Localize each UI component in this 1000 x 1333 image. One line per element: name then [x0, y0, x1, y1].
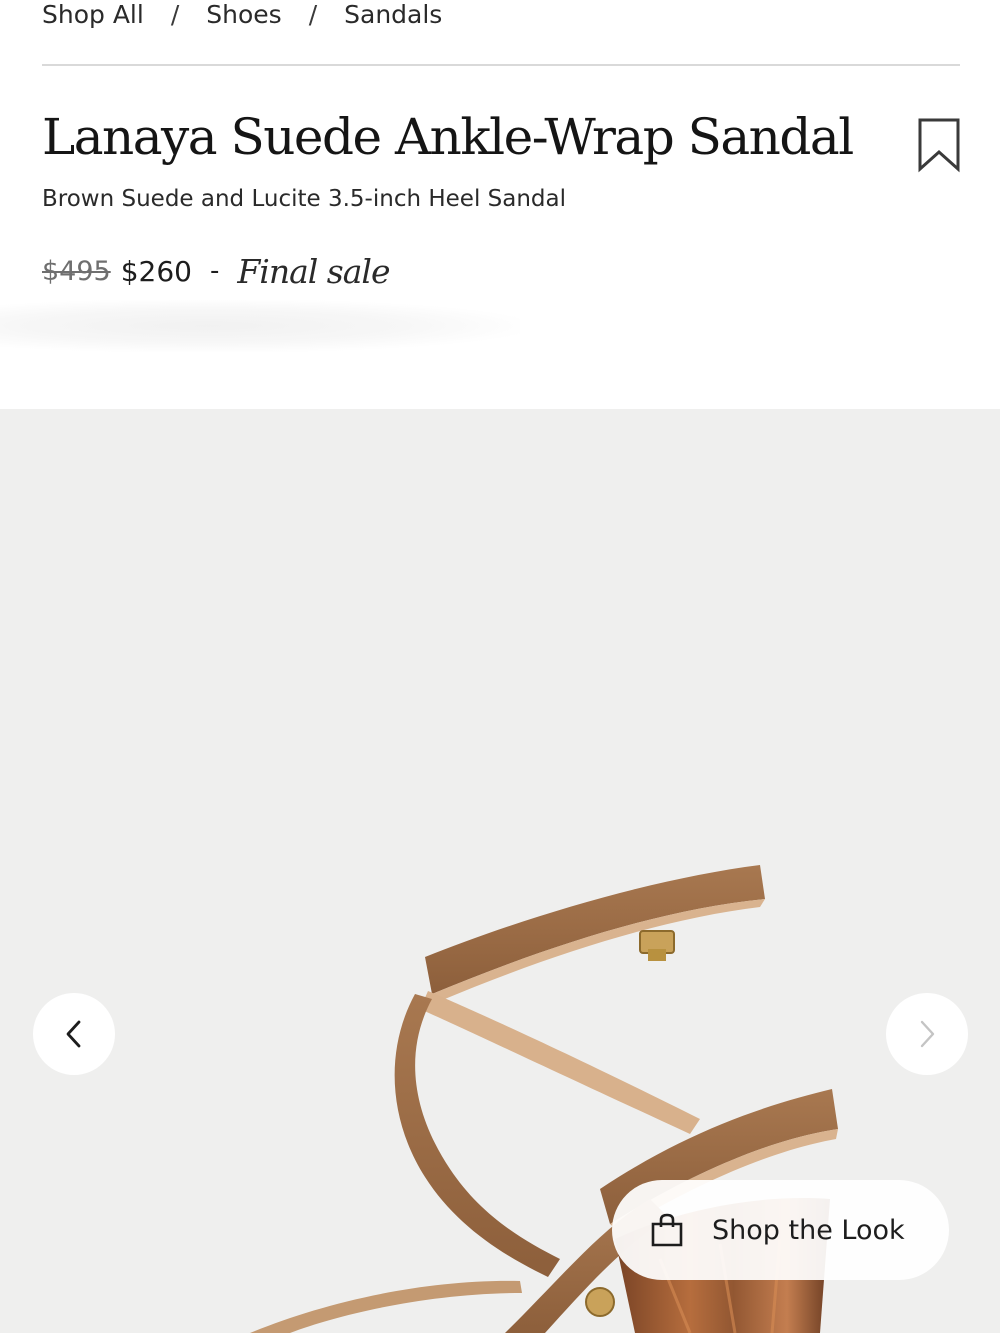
shop-the-look-button[interactable]: Shop the Look — [612, 1180, 949, 1280]
shopping-bag-icon — [651, 1213, 683, 1247]
original-price: $495 — [42, 255, 111, 287]
bookmark-icon — [918, 118, 960, 173]
breadcrumb: Shop All / Shoes / Sandals — [42, 0, 442, 34]
product-image-gallery[interactable]: Shop the Look — [0, 409, 1000, 1333]
breadcrumb-separator: / — [308, 0, 318, 29]
breadcrumb-sandals[interactable]: Sandals — [344, 0, 442, 29]
product-title: Lanaya Suede Ankle-Wrap Sandal — [42, 108, 854, 166]
previous-image-button[interactable] — [33, 993, 115, 1075]
breadcrumb-shoes[interactable]: Shoes — [206, 0, 281, 29]
price-dash: - — [209, 256, 220, 286]
price-row: $495 $260 - Final sale — [42, 248, 391, 294]
chevron-right-icon — [920, 1020, 935, 1048]
bookmark-button[interactable] — [916, 117, 962, 173]
chevron-left-icon — [66, 1020, 81, 1048]
shop-the-look-label: Shop the Look — [712, 1214, 905, 1246]
breadcrumb-separator: / — [170, 0, 180, 29]
product-subtitle: Brown Suede and Lucite 3.5-inch Heel San… — [42, 186, 567, 212]
final-sale-label: Final sale — [237, 251, 390, 291]
sale-price: $260 — [120, 254, 192, 288]
breadcrumb-shop-all[interactable]: Shop All — [42, 0, 144, 29]
faded-overlay — [0, 300, 520, 352]
next-image-button[interactable] — [886, 993, 968, 1075]
breadcrumb-divider — [42, 64, 960, 66]
